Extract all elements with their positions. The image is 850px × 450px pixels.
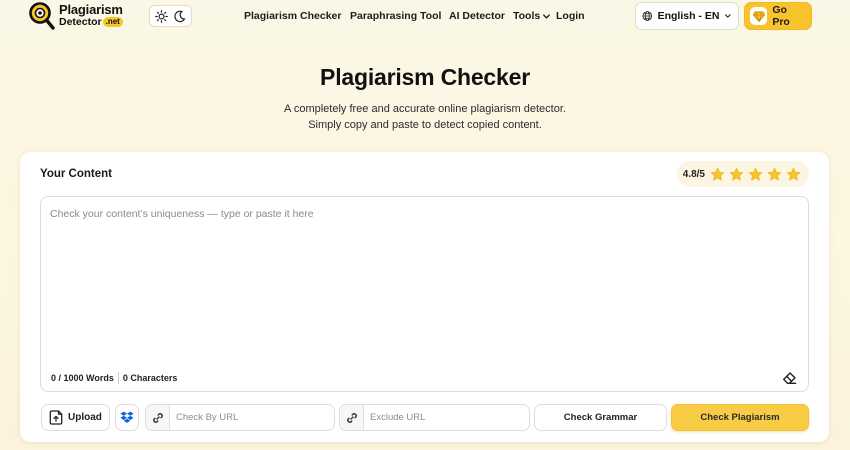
content-editor: 0 / 1000 Words 0 Characters	[40, 196, 809, 392]
content-textarea[interactable]	[41, 197, 808, 357]
count-divider	[117, 372, 119, 384]
go-pro-label: Go Pro	[772, 4, 790, 28]
diamond-icon	[750, 7, 768, 25]
star-icon	[767, 167, 782, 181]
star-icon	[748, 167, 763, 181]
chevron-down-icon	[543, 13, 551, 19]
brand-subname: Detector	[59, 16, 102, 28]
character-count: 0 Characters	[122, 373, 178, 383]
moon-icon[interactable]	[171, 8, 187, 24]
nav-login[interactable]: Login	[556, 10, 585, 22]
nav-paraphrasing-tool[interactable]: Paraphrasing Tool	[350, 10, 441, 22]
check-grammar-button[interactable]: Check Grammar	[534, 404, 667, 431]
theme-toggle[interactable]	[149, 5, 192, 27]
check-by-url-field	[145, 404, 335, 431]
brand-name: Plagiarism	[59, 2, 123, 17]
subtitle-line-2: Simply copy and paste to detect copied c…	[308, 119, 542, 131]
check-by-url-input[interactable]	[170, 405, 330, 430]
rating-value: 4.8/5	[682, 168, 705, 180]
go-pro-button[interactable]: Go Pro	[744, 2, 812, 30]
exclude-url-field	[339, 404, 530, 431]
rating-stars	[710, 167, 801, 182]
top-header: Plagiarism Detector .net Plagiarism Chec…	[0, 0, 850, 32]
link-icon	[340, 405, 364, 430]
language-label: English - EN	[657, 10, 720, 22]
action-toolbar: Upload Check By URL Exclude URL Check Gr…	[41, 404, 810, 432]
globe-icon	[642, 11, 653, 21]
subtitle-line-1: A completely free and accurate online pl…	[284, 103, 566, 115]
nav-plagiarism-checker[interactable]: Plagiarism Checker	[244, 10, 341, 22]
card-title: Your Content	[40, 168, 112, 180]
nav-ai-detector[interactable]: AI Detector	[449, 10, 505, 22]
upload-button[interactable]: Upload	[41, 404, 110, 431]
dropbox-icon	[120, 411, 134, 423]
nav-tools-label: Tools	[513, 10, 541, 22]
link-icon	[146, 405, 170, 430]
eraser-icon[interactable]	[782, 371, 797, 385]
upload-file-icon	[49, 410, 63, 425]
content-card: Your Content 4.8/5 0 / 1000 Words 0 Char…	[20, 152, 829, 442]
page-title: Plagiarism Checker	[320, 64, 530, 90]
dropbox-button[interactable]	[115, 404, 139, 431]
chevron-down-icon	[725, 14, 732, 18]
brand-badge: .net	[102, 17, 123, 27]
star-icon	[729, 167, 744, 181]
star-icon	[710, 167, 725, 181]
sun-icon[interactable]	[154, 8, 170, 24]
editor-counts: 0 / 1000 Words 0 Characters	[51, 372, 177, 384]
rating-badge: 4.8/5	[676, 161, 809, 187]
upload-label: Upload	[68, 412, 102, 423]
nav-tools-dropdown[interactable]: Tools	[513, 10, 551, 22]
check-plagiarism-button[interactable]: Check Plagiarism	[671, 404, 809, 431]
language-selector[interactable]: English - EN	[635, 2, 739, 30]
brand-logo[interactable]: Plagiarism Detector .net	[28, 0, 123, 32]
magnifier-logo-icon	[28, 1, 56, 31]
star-icon	[786, 167, 801, 181]
page-subtitle: A completely free and accurate online pl…	[0, 101, 850, 133]
word-count: 0 / 1000 Words	[51, 373, 114, 383]
exclude-url-input[interactable]	[364, 405, 524, 430]
